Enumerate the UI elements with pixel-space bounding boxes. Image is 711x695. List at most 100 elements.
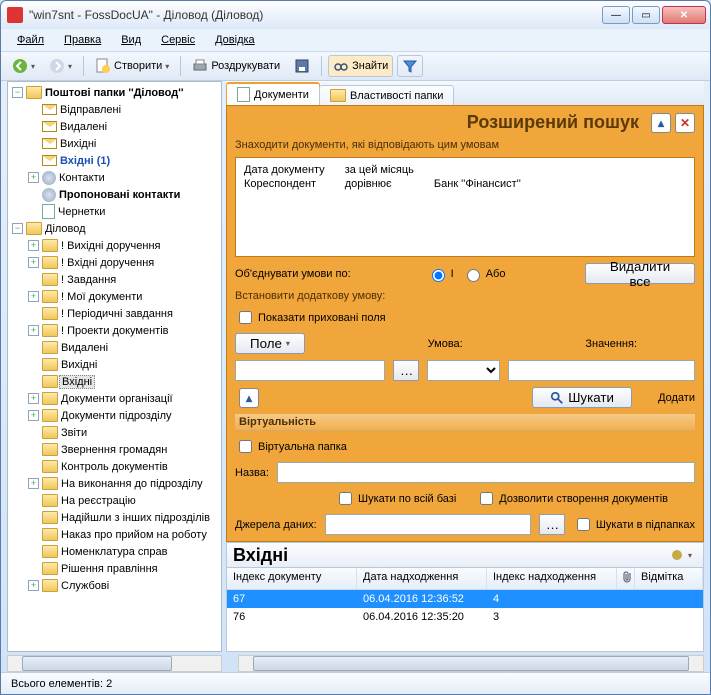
tree-item[interactable]: На виконання до підрозділу: [61, 478, 203, 490]
expand-icon[interactable]: +: [28, 240, 39, 251]
expand-icon[interactable]: [28, 444, 39, 455]
minimize-button[interactable]: —: [602, 6, 630, 24]
tree-item[interactable]: Документи організації: [61, 393, 173, 405]
collapse-icon[interactable]: −: [12, 223, 23, 234]
expand-icon[interactable]: [28, 529, 39, 540]
expand-icon[interactable]: [28, 274, 39, 285]
col-doc-index[interactable]: Індекс документу: [227, 568, 357, 589]
add-link[interactable]: Додати: [658, 392, 695, 404]
tree-item[interactable]: Службові: [61, 580, 109, 592]
close-button[interactable]: ✕: [662, 6, 706, 24]
tree-item[interactable]: Видалені: [60, 121, 107, 133]
grid-scrollbar[interactable]: [238, 655, 704, 672]
tree-item[interactable]: Пропоновані контакти: [59, 189, 180, 201]
name-input[interactable]: [277, 462, 695, 483]
tree-root-workflow[interactable]: Діловод: [45, 223, 86, 235]
expand-icon[interactable]: [28, 546, 39, 557]
col-receive-date[interactable]: Дата надходження: [357, 568, 487, 589]
grid-options-button[interactable]: ▾: [664, 544, 697, 566]
tree-item[interactable]: Вихідні: [60, 138, 96, 150]
tree-item[interactable]: На реєстрацію: [61, 495, 136, 507]
tree-item-incoming-mail[interactable]: Вхідні (1): [60, 155, 110, 167]
back-button[interactable]: ▾: [7, 55, 40, 77]
filter-button[interactable]: [397, 55, 423, 77]
tab-folder-properties[interactable]: Властивості папки: [319, 85, 454, 105]
menu-view[interactable]: Вид: [113, 32, 149, 48]
expand-icon[interactable]: [28, 461, 39, 472]
expand-icon[interactable]: [28, 512, 39, 523]
tree-item[interactable]: ! Завдання: [61, 274, 116, 286]
tree-item[interactable]: Контроль документів: [61, 461, 168, 473]
condition-select[interactable]: [427, 360, 500, 381]
tree-item[interactable]: ! Мої документи: [61, 291, 142, 303]
conditions-list[interactable]: Дата документуза цей місяць Кореспондент…: [235, 157, 695, 257]
expand-icon[interactable]: +: [28, 257, 39, 268]
show-hidden-checkbox[interactable]: Показати приховані поля: [235, 308, 695, 327]
col-receive-index[interactable]: Індекс надходження: [487, 568, 617, 589]
expand-icon[interactable]: [28, 427, 39, 438]
expand-icon[interactable]: +: [28, 291, 39, 302]
search-subfolders-checkbox[interactable]: Шукати в підпапках: [573, 515, 695, 534]
table-row[interactable]: 7606.04.2016 12:35:203: [227, 608, 703, 626]
expand-icon[interactable]: [28, 308, 39, 319]
expand-icon[interactable]: [28, 563, 39, 574]
tree-item[interactable]: Звіти: [61, 427, 87, 439]
expand-icon[interactable]: +: [28, 325, 39, 336]
tree-item[interactable]: Вихідні: [61, 359, 97, 371]
virtual-folder-checkbox[interactable]: Віртуальна папка: [235, 437, 695, 456]
field-picker-button[interactable]: …: [393, 360, 419, 381]
tree-item[interactable]: Контакти: [59, 172, 105, 184]
menu-edit[interactable]: Правка: [56, 32, 109, 48]
collapse-icon[interactable]: −: [12, 87, 23, 98]
tree-item[interactable]: ! Вхідні доручення: [61, 257, 154, 269]
delete-all-button[interactable]: Видалити все: [585, 263, 695, 284]
tree-item[interactable]: Номенклатура справ: [61, 546, 167, 558]
tree-item[interactable]: Видалені: [61, 342, 108, 354]
col-attachment[interactable]: [617, 568, 635, 589]
expand-icon[interactable]: [28, 359, 39, 370]
radio-and[interactable]: І: [427, 266, 454, 282]
expand-icon[interactable]: +: [28, 580, 39, 591]
search-button[interactable]: Шукати: [532, 387, 632, 408]
value-input[interactable]: [508, 360, 695, 381]
menu-file[interactable]: Файл: [9, 32, 52, 48]
table-row[interactable]: 6706.04.2016 12:36:524: [227, 590, 703, 608]
radio-or[interactable]: Або: [462, 266, 506, 282]
create-button[interactable]: Створити▾: [90, 55, 174, 77]
tree-item[interactable]: Звернення громадян: [61, 444, 167, 456]
collapse-search-button[interactable]: ▴: [651, 113, 671, 133]
field-dropdown[interactable]: Поле ▾: [235, 333, 305, 354]
grid-body[interactable]: 6706.04.2016 12:36:5247606.04.2016 12:35…: [227, 590, 703, 651]
close-search-button[interactable]: ✕: [675, 113, 695, 133]
tree-item[interactable]: ! Періодичні завдання: [61, 308, 173, 320]
folder-tree[interactable]: − Поштові папки ''Діловод'' Відправлені В…: [8, 82, 221, 596]
maximize-button[interactable]: ▭: [632, 6, 660, 24]
allow-create-checkbox[interactable]: Дозволити створення документів: [476, 489, 668, 508]
expand-icon[interactable]: [28, 376, 39, 387]
forward-button[interactable]: ▾: [44, 55, 77, 77]
tree-item[interactable]: Чернетки: [58, 206, 105, 218]
expand-icon[interactable]: +: [28, 478, 39, 489]
expand-icon[interactable]: [28, 342, 39, 353]
tree-item[interactable]: Рішення правління: [61, 563, 158, 575]
tree-item[interactable]: Документи підрозділу: [61, 410, 172, 422]
expand-icon[interactable]: [28, 495, 39, 506]
menu-help[interactable]: Довідка: [207, 32, 263, 48]
tree-scrollbar[interactable]: [7, 655, 222, 672]
sources-input[interactable]: [325, 514, 531, 535]
tree-item[interactable]: Вхідні: [59, 375, 95, 389]
menu-service[interactable]: Сервіс: [153, 32, 203, 48]
expand-icon[interactable]: +: [28, 172, 39, 183]
tree-item[interactable]: Відправлені: [60, 104, 121, 116]
expand-icon[interactable]: +: [28, 393, 39, 404]
search-all-checkbox[interactable]: Шукати по всій базі: [335, 489, 456, 508]
expand-icon[interactable]: +: [28, 410, 39, 421]
tree-root-mail[interactable]: Поштові папки ''Діловод'': [45, 87, 183, 99]
sources-picker-button[interactable]: …: [539, 514, 565, 535]
print-button[interactable]: Роздрукувати: [187, 55, 285, 77]
collapse-button[interactable]: ▴: [239, 388, 259, 408]
tree-item[interactable]: ! Проекти документів: [61, 325, 168, 337]
tree-item[interactable]: Надійшли з інших підрозділів: [61, 512, 210, 524]
tab-documents[interactable]: Документи: [226, 82, 320, 105]
save-button[interactable]: [289, 55, 315, 77]
